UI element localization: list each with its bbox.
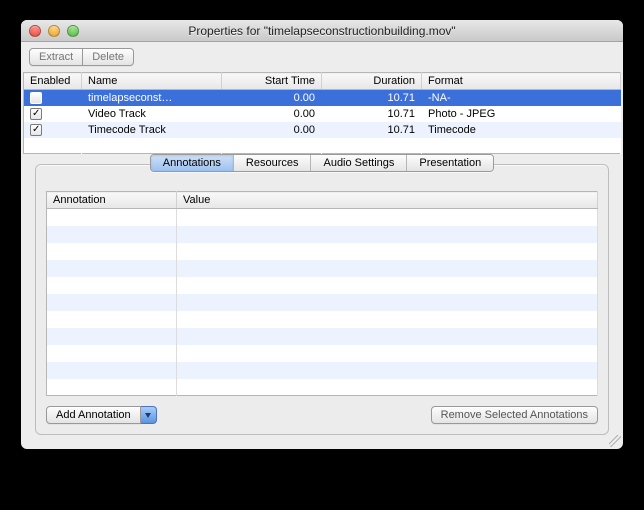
track-format: Timecode bbox=[422, 122, 621, 138]
zoom-icon[interactable] bbox=[67, 25, 79, 37]
tab-resources[interactable]: Resources bbox=[234, 155, 312, 171]
track-duration: 10.71 bbox=[322, 90, 422, 106]
add-annotation-button[interactable]: Add Annotation bbox=[46, 406, 141, 424]
annotation-row-empty bbox=[47, 260, 598, 277]
col-name[interactable]: Name bbox=[82, 73, 222, 90]
track-name: timelapseconst… bbox=[82, 90, 222, 106]
tab-presentation[interactable]: Presentation bbox=[407, 155, 493, 171]
enabled-checkbox[interactable] bbox=[30, 108, 42, 120]
annotations-table[interactable]: Annotation Value bbox=[46, 191, 598, 396]
tab-annotations[interactable]: Annotations bbox=[151, 155, 234, 171]
col-format[interactable]: Format bbox=[422, 73, 621, 90]
annotation-row-empty bbox=[47, 345, 598, 362]
track-table[interactable]: Enabled Name Start Time Duration Format … bbox=[23, 72, 621, 154]
annotation-row-empty bbox=[47, 362, 598, 379]
enabled-checkbox[interactable] bbox=[30, 92, 42, 104]
tab-bar: Annotations Resources Audio Settings Pre… bbox=[150, 154, 494, 172]
chevron-down-icon bbox=[145, 413, 151, 418]
track-name: Timecode Track bbox=[82, 122, 222, 138]
titlebar[interactable]: Properties for "timelapseconstructionbui… bbox=[21, 20, 623, 42]
delete-button[interactable]: Delete bbox=[83, 48, 134, 66]
track-format: Photo - JPEG bbox=[422, 106, 621, 122]
annotation-row-empty bbox=[47, 277, 598, 294]
properties-window: Properties for "timelapseconstructionbui… bbox=[21, 20, 623, 449]
toolbar: Extract Delete bbox=[21, 42, 623, 72]
add-annotation-menu-arrow[interactable] bbox=[141, 406, 157, 424]
annotation-row-empty bbox=[47, 243, 598, 260]
track-duration: 10.71 bbox=[322, 106, 422, 122]
resize-grip-icon[interactable] bbox=[609, 435, 621, 447]
extract-button[interactable]: Extract bbox=[29, 48, 83, 66]
add-annotation-split-button[interactable]: Add Annotation bbox=[46, 406, 157, 424]
window-title: Properties for "timelapseconstructionbui… bbox=[21, 24, 623, 38]
close-icon[interactable] bbox=[29, 25, 41, 37]
minimize-icon[interactable] bbox=[48, 25, 60, 37]
col-enabled[interactable]: Enabled bbox=[24, 73, 82, 90]
track-row[interactable]: timelapseconst… 0.00 10.71 -NA- bbox=[24, 90, 621, 106]
enabled-checkbox[interactable] bbox=[30, 124, 42, 136]
annotation-row-empty bbox=[47, 209, 598, 226]
traffic-lights bbox=[29, 25, 79, 37]
track-start: 0.00 bbox=[222, 106, 322, 122]
panel-footer: Add Annotation Remove Selected Annotatio… bbox=[46, 406, 598, 424]
remove-annotations-button[interactable]: Remove Selected Annotations bbox=[431, 406, 598, 424]
tab-bar-container: Annotations Resources Audio Settings Pre… bbox=[36, 154, 608, 172]
track-name: Video Track bbox=[82, 106, 222, 122]
annotation-row-empty bbox=[47, 294, 598, 311]
tab-audio-settings[interactable]: Audio Settings bbox=[311, 155, 407, 171]
track-row[interactable]: Timecode Track 0.00 10.71 Timecode bbox=[24, 122, 621, 138]
col-value[interactable]: Value bbox=[177, 192, 598, 209]
col-start[interactable]: Start Time bbox=[222, 73, 322, 90]
annotation-row-empty bbox=[47, 379, 598, 396]
track-row[interactable]: Video Track 0.00 10.71 Photo - JPEG bbox=[24, 106, 621, 122]
detail-panel: Annotations Resources Audio Settings Pre… bbox=[35, 164, 609, 435]
track-duration: 10.71 bbox=[322, 122, 422, 138]
track-start: 0.00 bbox=[222, 122, 322, 138]
track-format: -NA- bbox=[422, 90, 621, 106]
col-duration[interactable]: Duration bbox=[322, 73, 422, 90]
annotation-row-empty bbox=[47, 328, 598, 345]
track-row-empty bbox=[24, 138, 621, 154]
track-start: 0.00 bbox=[222, 90, 322, 106]
annotation-row-empty bbox=[47, 311, 598, 328]
col-annotation[interactable]: Annotation bbox=[47, 192, 177, 209]
annotation-row-empty bbox=[47, 226, 598, 243]
